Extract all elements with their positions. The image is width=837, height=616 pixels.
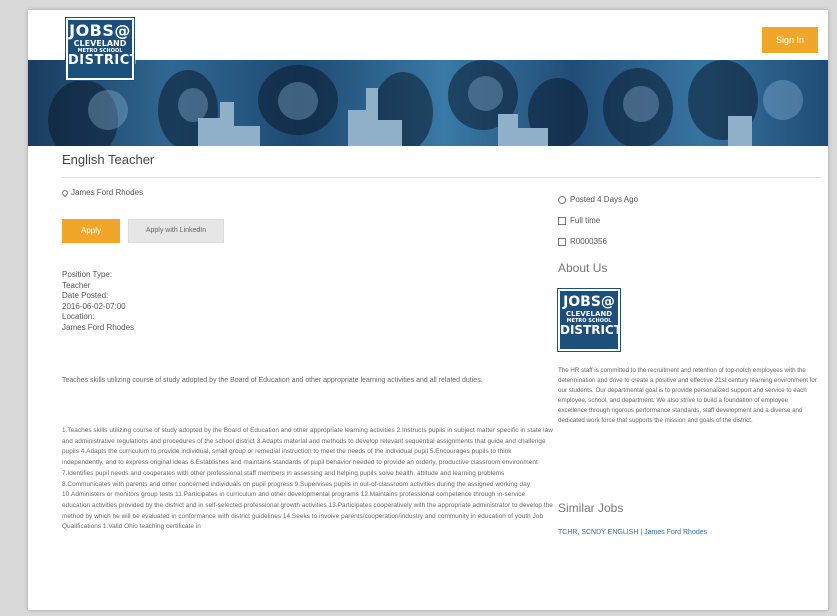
top-bar: Sign In [28, 10, 828, 58]
position-type-value: Teacher [62, 280, 91, 290]
time-type-text: Full time [570, 216, 601, 225]
job-summary: Teaches skills utilizing course of study… [62, 377, 483, 384]
job-location-text: James Ford Rhodes [71, 188, 144, 197]
page: Sign In JOBS@ CLEVELAND METRO SCHOOL DIS… [28, 10, 828, 610]
position-type-label: Position Type: [62, 270, 113, 279]
apply-with-linkedin-button[interactable]: Apply with LinkedIn [128, 219, 224, 243]
job-title: English Teacher [62, 152, 155, 167]
map-pin-icon [60, 188, 70, 197]
title-divider [62, 177, 822, 178]
date-posted-label: Date Posted: [62, 291, 109, 300]
district-logo[interactable]: JOBS@ CLEVELAND METRO SCHOOL DISTRICT [65, 17, 139, 81]
location-label: Location: [62, 312, 95, 321]
clock-icon [558, 195, 566, 204]
apply-button[interactable]: Apply [62, 219, 120, 243]
job-location: James Ford Rhodes [60, 188, 144, 197]
similar-jobs-heading: Similar Jobs [558, 501, 624, 515]
about-logo: JOBS@ CLEVELAND METRO SCHOOL DISTRICT [557, 288, 622, 352]
location-value: James Ford Rhodes [62, 322, 135, 332]
calendar-icon [558, 216, 566, 225]
about-heading: About Us [558, 261, 608, 275]
requisition-id-text: R0000356 [570, 237, 607, 246]
posted-date-text: Posted 4 Days Ago [570, 195, 639, 204]
posted-date: Posted 4 Days Ago [558, 195, 638, 204]
time-type: Full time [558, 216, 600, 225]
similar-job-link[interactable]: TCHR, SCNDY ENGLISH | James Ford Rhodes [558, 529, 707, 536]
about-text: The HR staff is committed to the recruit… [558, 367, 817, 424]
job-duties: 1.Teaches skills utilizing course of stu… [62, 427, 553, 531]
job-details: Position Type: Teacher Date Posted: 2016… [62, 270, 134, 333]
date-posted-value: 2016-06-02-07:00 [62, 301, 126, 311]
requisition-id: R0000356 [558, 237, 607, 246]
id-card-icon [558, 237, 566, 246]
sign-in-button[interactable]: Sign In [762, 27, 818, 53]
header-banner [28, 60, 828, 146]
